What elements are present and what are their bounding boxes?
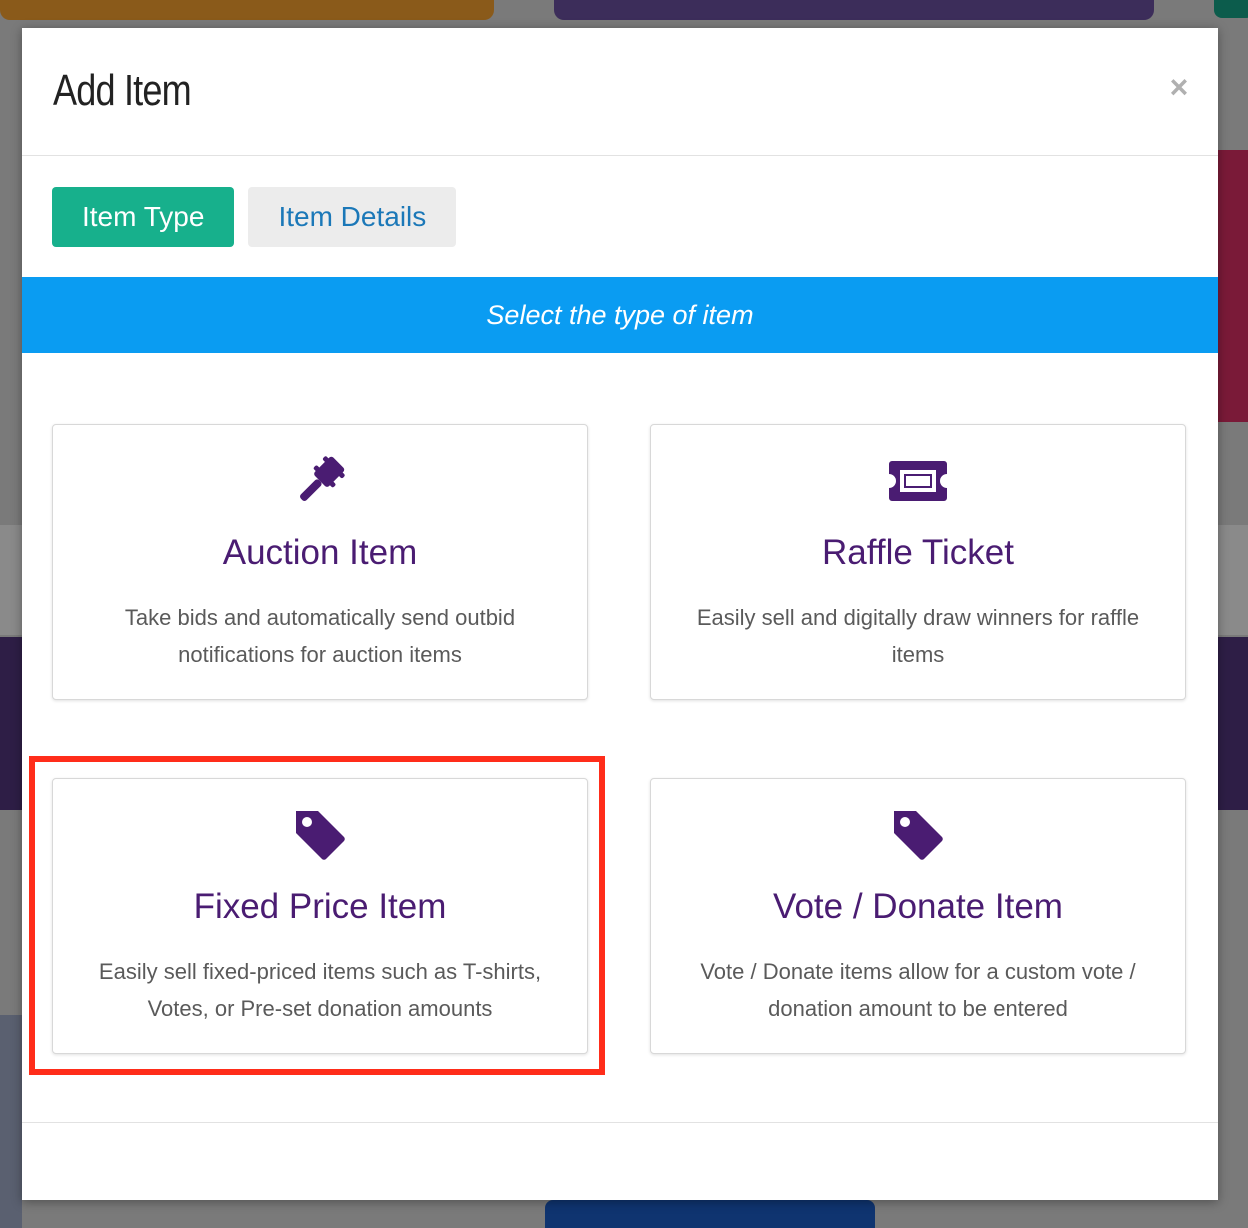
- background-green-bar: [1214, 0, 1248, 18]
- banner-text: Select the type of item: [486, 299, 754, 330]
- modal-footer-divider: [22, 1122, 1218, 1123]
- background-orange-bar: [0, 0, 494, 20]
- card-title: Raffle Ticket: [822, 533, 1014, 572]
- card-description: Take bids and automatically send outbid …: [124, 605, 516, 667]
- item-type-card-raffle[interactable]: Raffle Ticket Easily sell and digitally …: [650, 424, 1186, 700]
- card-title: Vote / Donate Item: [773, 887, 1063, 926]
- background-violet-panel: [1218, 637, 1248, 810]
- tag-icon: [53, 807, 587, 863]
- instruction-banner: Select the type of item: [22, 277, 1218, 353]
- card-title: Auction Item: [222, 533, 418, 572]
- background-light-panel: [1218, 525, 1248, 635]
- background-blue-image: [545, 1200, 875, 1228]
- item-type-card-fixed-price[interactable]: Fixed Price Item Easily sell fixed-price…: [52, 778, 588, 1054]
- modal-title: Add Item: [53, 66, 192, 115]
- tag-icon: [651, 807, 1185, 863]
- item-type-card-vote-donate[interactable]: Vote / Donate Item Vote / Donate items a…: [650, 778, 1186, 1054]
- card-description: Vote / Donate items allow for a custom v…: [700, 959, 1136, 1021]
- background-image-left: [0, 1015, 22, 1228]
- background-violet-panel-left: [0, 637, 22, 810]
- card-title: Fixed Price Item: [193, 887, 447, 926]
- modal-tabs: Item Type Item Details: [52, 187, 457, 247]
- background-purple-bar: [554, 0, 1154, 20]
- card-description: Easily sell fixed-priced items such as T…: [98, 959, 542, 1021]
- close-icon[interactable]: ×: [1164, 71, 1194, 103]
- ticket-icon: [651, 453, 1185, 509]
- background-pink-panel: [1218, 150, 1248, 422]
- gavel-icon: [53, 453, 587, 509]
- card-description: Easily sell and digitally draw winners f…: [696, 605, 1140, 667]
- add-item-modal: Add Item × Item Type Item Details Select…: [22, 28, 1218, 1200]
- tab-item-type[interactable]: Item Type: [52, 187, 235, 247]
- background-light-panel-left: [0, 525, 22, 635]
- modal-header: Add Item ×: [22, 28, 1218, 156]
- tab-item-details[interactable]: Item Details: [248, 187, 457, 247]
- item-type-card-auction[interactable]: Auction Item Take bids and automatically…: [52, 424, 588, 700]
